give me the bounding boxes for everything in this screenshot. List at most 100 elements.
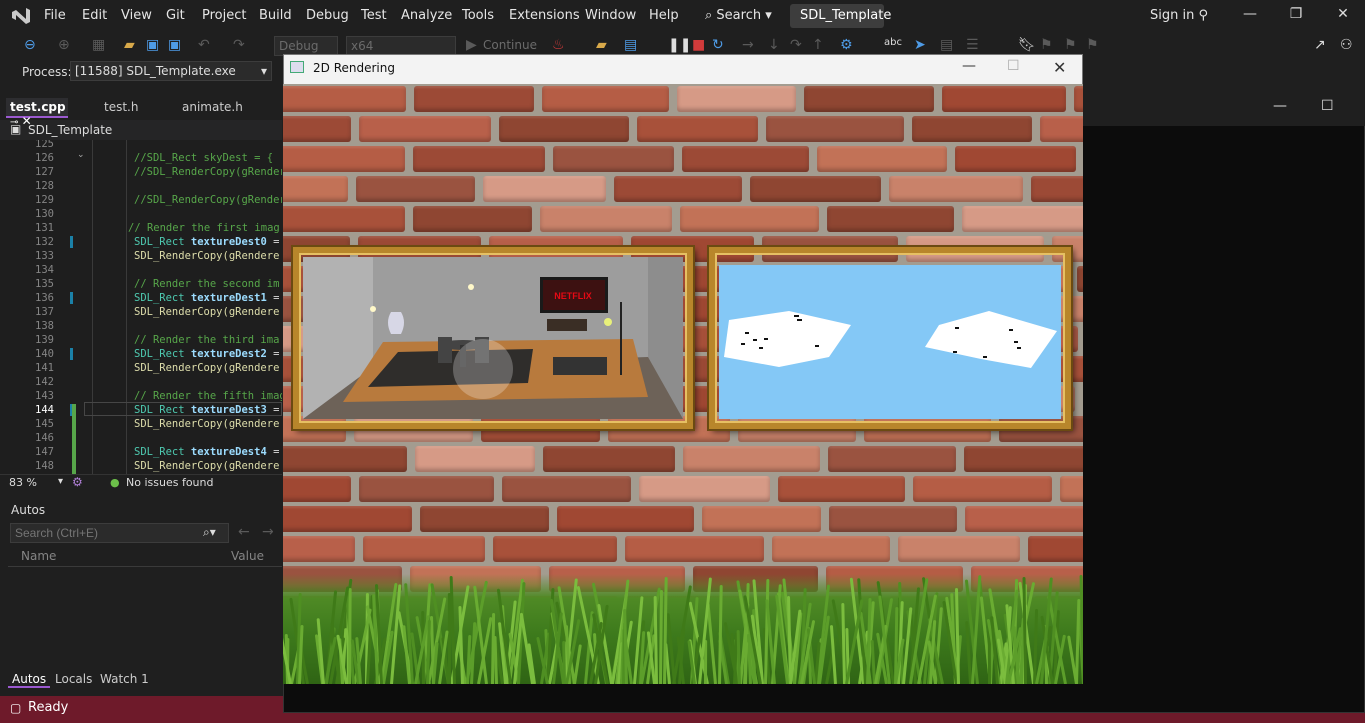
menu-file[interactable]: File <box>44 8 66 23</box>
forward-icon[interactable]: → <box>262 524 274 540</box>
code-line[interactable]: // Render the first imag <box>128 222 280 234</box>
comment-icon[interactable]: ▤ <box>940 37 953 53</box>
menu-analyze[interactable]: Analyze <box>401 8 452 23</box>
bottom-tab-locals[interactable]: Locals <box>51 672 96 686</box>
menu-debug[interactable]: Debug <box>306 8 349 23</box>
undo-icon[interactable]: ↶ <box>198 37 210 53</box>
code-line[interactable]: // Render the third ima <box>134 334 279 346</box>
brick <box>942 86 1066 112</box>
brick <box>682 146 809 172</box>
hot-reload-settings-icon[interactable]: ⚙ <box>840 37 853 53</box>
save-icon[interactable]: ▣ <box>146 37 159 53</box>
menu-edit[interactable]: Edit <box>82 8 107 23</box>
name-column-header[interactable]: Name <box>21 549 56 563</box>
code-line[interactable]: //SDL_Rect skyDest = { <box>134 152 273 164</box>
code-line[interactable]: SDL_RenderCopy(gRendere <box>134 250 279 262</box>
feedback-icon[interactable]: ⚇ <box>1340 37 1353 53</box>
render-canvas[interactable]: NETFLIX <box>283 84 1083 684</box>
code-line[interactable]: SDL_Rect textureDest1 = <box>134 292 279 304</box>
code-line[interactable]: SDL_Rect textureDest0 = <box>134 236 279 248</box>
menu-build[interactable]: Build <box>259 8 292 23</box>
menu-git[interactable]: Git <box>166 8 185 23</box>
bottom-tab-watch-1[interactable]: Watch 1 <box>96 672 153 686</box>
sign-in-button[interactable]: Sign in ⚲ <box>1150 8 1208 23</box>
tab-test-cpp[interactable]: test.cpp ⊸ ✕ <box>6 98 68 128</box>
search-box[interactable]: ⌕ Search ▾ <box>705 8 772 23</box>
forward-icon[interactable]: ⊕ <box>58 37 70 53</box>
prev-bookmark-icon[interactable]: ⚑ <box>1040 37 1053 53</box>
code-line[interactable]: SDL_RenderCopy(gRendere <box>134 362 279 374</box>
new-item-icon[interactable]: ▦ <box>92 37 105 53</box>
code-line[interactable]: SDL_RenderCopy(gRendere <box>134 418 279 430</box>
show-next-statement-icon[interactable]: → <box>742 37 754 53</box>
value-column-header[interactable]: Value <box>231 549 264 563</box>
search-icon[interactable]: ⌕▾ <box>203 525 216 540</box>
redo-icon[interactable]: ↷ <box>233 37 245 53</box>
menu-view[interactable]: View <box>121 8 152 23</box>
hot-reload-icon[interactable]: ♨ <box>552 37 565 53</box>
solution-name-badge[interactable]: SDL_Template <box>790 4 891 28</box>
diagnostics-icon[interactable]: ▤ <box>624 37 637 53</box>
code-line[interactable]: SDL_Rect textureDest2 = <box>134 348 279 360</box>
menu-help[interactable]: Help <box>649 8 679 23</box>
autos-search-input[interactable] <box>10 523 229 543</box>
live-share-icon[interactable]: ↗ <box>1314 37 1326 53</box>
maximize-icon[interactable]: ☐ <box>1007 58 1020 74</box>
issues-status[interactable]: No issues found <box>126 476 213 489</box>
tab-animate-h[interactable]: animate.h <box>178 98 268 118</box>
back-icon[interactable]: ← <box>238 524 250 540</box>
minimize-icon[interactable]: — <box>1273 98 1287 114</box>
restore-icon[interactable]: ❐ <box>1284 6 1308 26</box>
code-line[interactable]: // Render the fifth imag <box>134 390 282 402</box>
code-line[interactable]: //SDL_RenderCopy(gRender <box>134 194 282 206</box>
minimize-icon[interactable]: — <box>1238 6 1262 26</box>
menu-tools[interactable]: Tools <box>462 8 494 23</box>
menu-extensions[interactable]: Extensions <box>509 8 580 23</box>
menu-project[interactable]: Project <box>202 8 246 23</box>
bottom-tab-autos[interactable]: Autos <box>8 672 51 688</box>
visual-studio-logo-icon[interactable] <box>10 6 32 26</box>
left-picture-frame: NETFLIX <box>293 247 693 429</box>
copilot-icon[interactable]: ⚙ <box>72 475 83 489</box>
close-icon[interactable]: ✕ <box>1053 58 1066 77</box>
clear-bookmarks-icon[interactable]: ⚑ <box>1086 37 1099 53</box>
indent-icon[interactable]: ☰ <box>966 37 979 53</box>
tab-test-h[interactable]: test.h <box>100 98 170 118</box>
code-line[interactable]: SDL_RenderCopy(gRendere <box>134 460 279 472</box>
save-all-icon[interactable]: ▣ <box>168 37 181 53</box>
menu-window[interactable]: Window <box>585 8 636 23</box>
chevron-down-icon[interactable]: ▾ <box>58 476 63 487</box>
maximize-icon[interactable]: ☐ <box>1321 98 1334 114</box>
next-bookmark-icon[interactable]: ⚑ <box>1064 37 1077 53</box>
step-into-icon[interactable]: ↓ <box>768 37 780 53</box>
platform-select[interactable]: x64 <box>346 36 456 56</box>
close-tab-icon[interactable]: ✕ <box>22 114 32 128</box>
restart-icon[interactable]: ↻ <box>712 37 724 53</box>
bookmark-icon[interactable]: 🔖︎ <box>1018 37 1036 53</box>
code-editor[interactable]: 125 126 //SDL_Rect skyDest = {127 //SDL_Ren… <box>0 140 282 474</box>
open-folder-icon[interactable]: ▰ <box>124 37 135 53</box>
scope-dropdown[interactable]: SDL_Template <box>28 123 112 137</box>
back-icon[interactable]: ⊖ <box>24 37 36 53</box>
zoom-level[interactable]: 83 % <box>9 476 37 489</box>
code-line[interactable]: // Render the second im <box>134 278 279 290</box>
pause-icon[interactable]: ❚❚ <box>668 37 691 53</box>
collapse-icon[interactable]: ⌄ <box>77 150 85 160</box>
folder-icon[interactable]: ▰ <box>596 37 607 53</box>
minimize-icon[interactable]: — <box>962 58 976 74</box>
continue-button[interactable]: Continue <box>483 38 537 52</box>
step-over-icon[interactable]: ↷ <box>790 37 802 53</box>
pin-icon[interactable]: ⊸ <box>10 117 22 128</box>
cursor-icon[interactable]: ➤ <box>914 37 926 53</box>
configuration-select[interactable]: Debug <box>274 36 338 56</box>
continue-icon[interactable]: ▶ <box>466 37 477 53</box>
step-out-icon[interactable]: ↑ <box>812 37 824 53</box>
close-icon[interactable]: ✕ <box>1331 6 1355 26</box>
process-select[interactable]: [11588] SDL_Template.exe ▾ <box>70 61 272 81</box>
spell-check-icon[interactable]: abc <box>884 37 902 48</box>
code-line[interactable]: SDL_Rect textureDest4 = <box>134 446 279 458</box>
code-line[interactable]: SDL_RenderCopy(gRendere <box>134 306 279 318</box>
menu-test[interactable]: Test <box>361 8 387 23</box>
code-line[interactable]: //SDL_RenderCopy(gRender <box>134 166 282 178</box>
stop-icon[interactable]: ■ <box>692 37 705 53</box>
